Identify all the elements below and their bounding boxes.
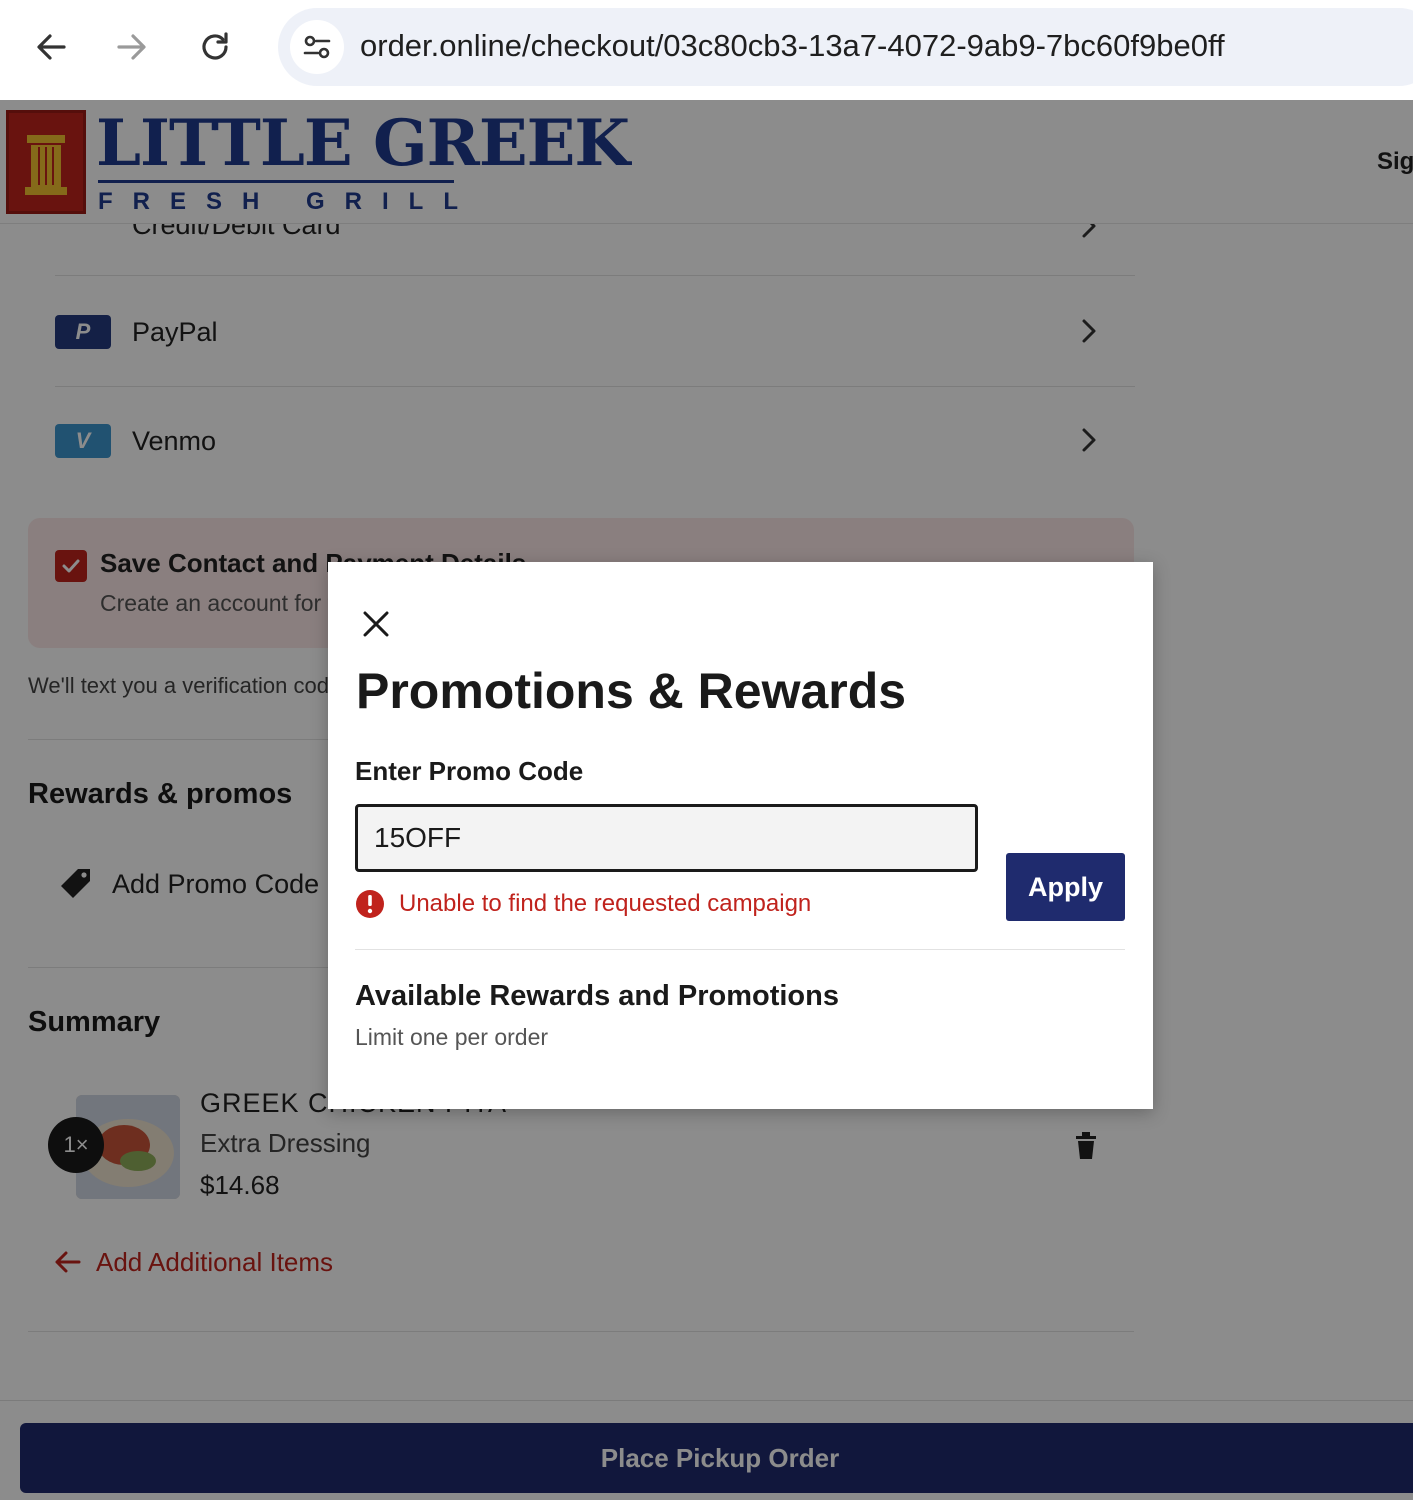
address-bar[interactable]: order.online/checkout/03c80cb3-13a7-4072… [278,8,1413,86]
forward-arrow-icon [117,34,146,60]
reload-icon [202,32,228,60]
apply-button[interactable]: Apply [1006,853,1125,921]
promo-code-label: Enter Promo Code [355,756,584,786]
available-rewards-title: Available Rewards and Promotions [355,980,839,1012]
close-icon [363,611,389,637]
modal-title: Promotions & Rewards [356,663,907,719]
url-text[interactable]: order.online/checkout/03c80cb3-13a7-4072… [360,28,1225,64]
promo-error-text: Unable to find the requested campaign [399,890,812,917]
forward-button[interactable] [105,20,159,74]
site-info-button[interactable] [290,20,344,74]
modal-divider [355,949,1125,950]
promo-error: Unable to find the requested campaign [355,888,811,920]
reload-button[interactable] [188,20,242,74]
back-arrow-icon [37,34,66,60]
site-info-icon [303,35,331,59]
promo-code-input[interactable] [355,804,978,872]
promotions-modal: Promotions & Rewards Enter Promo Code Un… [328,562,1153,1109]
browser-toolbar: order.online/checkout/03c80cb3-13a7-4072… [0,0,1413,100]
close-button[interactable] [358,606,394,642]
back-button[interactable] [24,20,78,74]
error-icon [356,890,384,918]
available-rewards-subtitle: Limit one per order [355,1024,549,1050]
